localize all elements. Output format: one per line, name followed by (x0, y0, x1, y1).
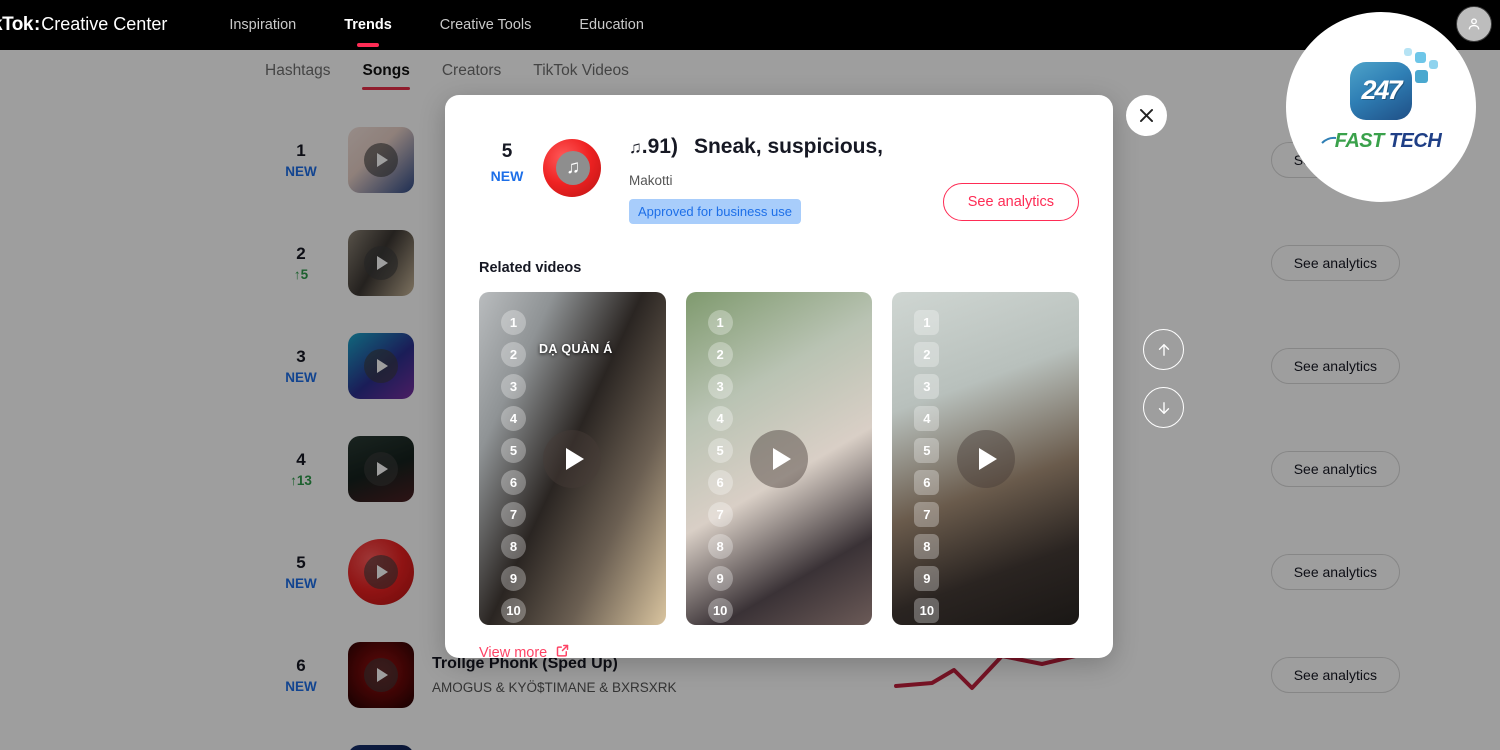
list-item: 3 (707, 374, 733, 399)
list-item: 8 (914, 534, 940, 559)
modal-rank-badge: NEW (490, 168, 524, 184)
list-item: 5 (707, 438, 733, 463)
view-more-label: View more (479, 644, 548, 661)
music-note-icon: ♫ (629, 138, 642, 157)
view-more-link[interactable]: View more (479, 643, 570, 662)
title-main-text: Sneak, suspicious, (693, 135, 884, 158)
play-icon[interactable] (750, 429, 808, 488)
list-item: 2 (707, 342, 733, 367)
list-item: 4 (914, 406, 940, 431)
play-icon[interactable] (543, 429, 602, 488)
list-item: 1 (501, 310, 526, 335)
list-item: 6 (707, 470, 733, 495)
arrow-down-icon[interactable] (1143, 387, 1184, 428)
list-item: 2 (914, 342, 940, 367)
brand-subtitle: Creative Center (41, 14, 168, 34)
title-prefix-text: .91) (641, 135, 678, 158)
modal-song-title: ♫.91) Sneak, suspicious, (629, 135, 1009, 159)
list-item: 5 (914, 438, 940, 463)
arrow-up-icon[interactable] (1143, 329, 1184, 370)
related-video-item[interactable]: 1 2 3 4 5 6 7 8 9 10 (892, 292, 1080, 625)
list-item: 8 (501, 534, 526, 559)
watermark-logo: 247 FAST TECH (1286, 12, 1476, 202)
deco-square-icon (1429, 59, 1438, 69)
list-item: 2 (501, 342, 526, 367)
list-item: 10 (707, 598, 733, 623)
close-icon[interactable] (1126, 95, 1167, 136)
list-item: 1 (707, 310, 733, 335)
modal-title-wrapper: ♫.91) Sneak, suspicious, (629, 135, 1009, 165)
related-video-item[interactable]: 1 2 3 4 5 6 7 8 9 10 DẠ QUÀN Á (479, 292, 666, 625)
modal-header: 5 NEW ♫ ♫.91) Sneak, suspicious, Makotti… (479, 131, 1079, 224)
list-item: 4 (707, 406, 733, 431)
watermark-wordmark: FAST TECH (1320, 129, 1442, 153)
list-item: 7 (914, 502, 940, 527)
list-item: 1 (914, 310, 940, 335)
list-item: 10 (914, 598, 940, 623)
video-number-overlay: 1 2 3 4 5 6 7 8 9 10 (914, 310, 940, 623)
music-note-icon: ♫ (556, 151, 591, 185)
nav-link-creative-tools[interactable]: Creative Tools (438, 13, 534, 37)
list-item: 10 (501, 598, 526, 623)
brand-name: kTok (0, 14, 33, 35)
related-videos-heading: Related videos (479, 260, 582, 276)
watermark-tech: TECH (1388, 129, 1442, 152)
related-video-item[interactable]: 1 2 3 4 5 6 7 8 9 10 (685, 292, 873, 625)
list-item: 9 (707, 566, 733, 591)
list-item: 7 (501, 502, 526, 527)
list-item: 4 (501, 406, 526, 431)
list-item: 7 (707, 502, 733, 527)
play-icon[interactable] (956, 429, 1015, 488)
nav-link-inspiration[interactable]: Inspiration (227, 13, 298, 37)
modal-rank-number: 5 (501, 141, 513, 162)
top-navigation-bar: kTok:Creative Center Inspiration Trends … (0, 0, 1500, 50)
video-number-overlay: 1 2 3 4 5 6 7 8 9 10 (501, 310, 526, 623)
title-note-prefix: ♫.91) (629, 135, 678, 159)
list-item: 8 (707, 534, 733, 559)
nav-right-controls (1456, 6, 1492, 42)
list-item: 9 (914, 566, 940, 591)
brand-separator: : (33, 14, 41, 35)
list-item: 3 (914, 374, 940, 399)
brand-logo[interactable]: kTok:Creative Center (0, 14, 167, 36)
related-videos-grid: 1 2 3 4 5 6 7 8 9 10 DẠ QUÀN Á 1 2 3 4 5… (479, 292, 1080, 625)
list-item: 6 (914, 470, 940, 495)
user-avatar-icon[interactable] (1456, 6, 1492, 42)
modal-see-analytics-button[interactable]: See analytics (942, 183, 1079, 221)
external-link-icon (555, 643, 570, 662)
list-item: 6 (501, 470, 526, 495)
primary-nav-links: Inspiration Trends Creative Tools Educat… (227, 13, 646, 37)
list-item: 9 (501, 566, 526, 591)
nav-link-trends[interactable]: Trends (342, 13, 394, 37)
status-badge: Approved for business use (629, 199, 801, 224)
video-number-overlay: 1 2 3 4 5 6 7 8 9 10 (707, 310, 733, 623)
list-item: 5 (501, 438, 526, 463)
modal-rank-cell: 5 NEW (479, 131, 535, 184)
nav-link-education[interactable]: Education (577, 13, 646, 37)
song-detail-modal: 5 NEW ♫ ♫.91) Sneak, suspicious, Makotti… (445, 95, 1113, 661)
deco-square-icon (1415, 51, 1426, 63)
deco-square-icon (1415, 69, 1428, 83)
watermark-number: 247 (1361, 75, 1402, 105)
video-caption: DẠ QUÀN Á (539, 342, 613, 356)
list-item: 3 (501, 374, 526, 399)
song-cover-art[interactable]: ♫ (543, 139, 601, 197)
deco-square-icon (1404, 47, 1412, 56)
watermark-fast: FAST (1334, 129, 1385, 152)
247-tile-icon: 247 (1350, 47, 1438, 120)
